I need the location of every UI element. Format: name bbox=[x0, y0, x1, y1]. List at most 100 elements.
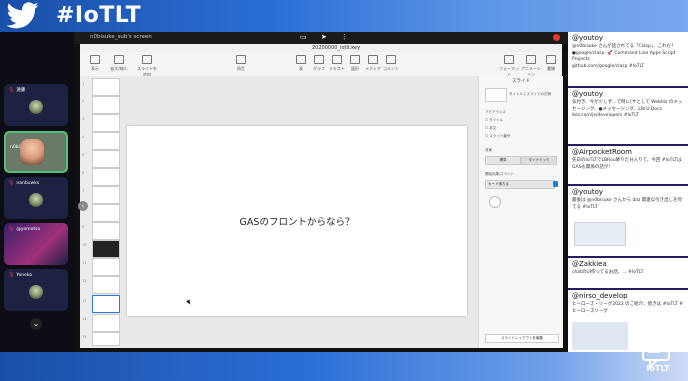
layout-label[interactable]: タイトルとスライドの左側 bbox=[509, 92, 551, 97]
slide-thumbnail[interactable] bbox=[92, 204, 120, 222]
tweet-user[interactable]: @youtoy bbox=[572, 90, 603, 98]
slide-canvas[interactable]: GASのフロントからなら？ bbox=[120, 76, 478, 348]
toolbar-comment-button[interactable]: コメント bbox=[380, 55, 402, 72]
table-icon bbox=[296, 55, 306, 64]
tweet-user[interactable]: @AirpocketRoom bbox=[572, 148, 632, 156]
avatar bbox=[29, 193, 43, 207]
top-banner: #IoTLT bbox=[0, 0, 688, 32]
media-icon bbox=[368, 55, 378, 64]
inspector-panel: スライド タイトルとスライドの左側 アピアランス ☐ タイトル ☐ 本文 ☐ ス… bbox=[478, 76, 563, 348]
toolbar-view-button[interactable]: 表示 bbox=[84, 55, 106, 72]
stepper-icon[interactable] bbox=[553, 181, 558, 187]
chevron-left-icon[interactable]: ‹ bbox=[78, 201, 88, 211]
slide-thumbnail[interactable] bbox=[92, 114, 120, 132]
slide-thumbnail[interactable] bbox=[92, 168, 120, 186]
mic-muted-icon: 🎙 bbox=[8, 87, 15, 93]
slide-thumbnail[interactable] bbox=[92, 222, 120, 240]
tweet-user[interactable]: @Zakkiea bbox=[572, 260, 607, 268]
tweet[interactable]: @AirpocketRoom 先日のIoTLTでLBRou降りた分入りて、今回 … bbox=[568, 146, 688, 186]
tweet-user[interactable]: @nirso_develop bbox=[572, 292, 628, 300]
tweet-user[interactable]: @youtoy bbox=[572, 34, 603, 42]
tweet[interactable]: @Zakkiea chatのUI作ってるお話、… #IoTLT bbox=[568, 258, 688, 290]
screen-share-controls[interactable]: ▭ ➤ ⋮ bbox=[300, 33, 354, 41]
mic-muted-icon: 🎙 bbox=[8, 180, 15, 186]
mic-muted-icon: 🎙 bbox=[8, 226, 15, 232]
slide-thumbnail[interactable] bbox=[92, 276, 120, 294]
participant-list: 🎙遠藤 n0bisuke 🎙nanbuwks 🎙@yomotsu 🎙Yoneko… bbox=[0, 32, 74, 352]
zoom-icon bbox=[114, 55, 124, 64]
tweet[interactable]: @youtoy 気付き、今が少しず…で時に(サとして Webhiz のメッセージ… bbox=[568, 88, 688, 146]
toolbar-add-slide-button[interactable]: スライドを追加 bbox=[136, 55, 158, 78]
slide-thumbnail[interactable] bbox=[92, 132, 120, 150]
mic-muted-icon: 🎙 bbox=[8, 272, 15, 278]
chevron-down-icon[interactable]: ⌄ bbox=[30, 318, 42, 330]
participant-tile[interactable]: 🎙 @yomotsu bbox=[4, 223, 68, 265]
tweet-text: 先日のIoTLTでLBRou降りた分入りて、今回 #IoTLTはGASも関係の話… bbox=[572, 158, 682, 170]
appearance-body-checkbox[interactable]: ☐ 本文 bbox=[485, 126, 496, 131]
color-wheel-icon[interactable] bbox=[489, 196, 501, 208]
layout-preview[interactable] bbox=[485, 88, 507, 102]
appearance-title-checkbox[interactable]: ☐ タイトル bbox=[485, 118, 503, 123]
window-titlebar: 20200000_iotlt.key bbox=[80, 44, 562, 59]
tweet[interactable]: @youtoy 最後は @n0bisuke さんから ibiz 関連な引き出しを… bbox=[568, 186, 688, 258]
participant-name: @yomotsu bbox=[16, 227, 41, 232]
tweet-text: chatのUI作ってるお話、… #IoTLT bbox=[572, 270, 644, 275]
inspector-tab-slide[interactable]: スライド bbox=[479, 78, 563, 84]
participant-tile-active-speaker[interactable]: n0bisuke bbox=[4, 131, 68, 173]
background-label: 背景 bbox=[485, 148, 492, 152]
tweet[interactable]: @youtoy @n0bisuke さんが話されてる「Clasp」、これだ！ ●… bbox=[568, 32, 688, 88]
current-slide[interactable]: GASのフロントからなら？ bbox=[127, 126, 467, 316]
slide-thumbnail[interactable] bbox=[92, 150, 120, 168]
bottom-banner bbox=[0, 352, 688, 381]
tweet-text: 気付き、今が少しず…で時に(サとして Webhiz のメッセージング、●メッセー… bbox=[572, 100, 683, 118]
shared-screen: n0bisuke_sub's screen ▭ ➤ ⋮ 20200000_iot… bbox=[74, 32, 568, 352]
tweet-text: @n0bisuke さんが話されてる「Clasp」、これだ！ ●google/c… bbox=[572, 44, 676, 69]
tweet-image[interactable] bbox=[574, 222, 626, 246]
participant-video bbox=[20, 139, 44, 165]
participant-tile[interactable]: 🎙 遠藤 bbox=[4, 84, 68, 126]
slide-thumbnail[interactable] bbox=[92, 332, 120, 346]
tweet-screenshot-image[interactable] bbox=[572, 322, 628, 350]
toolbar-animate-button[interactable]: アニメーション bbox=[520, 55, 542, 78]
screen-share-titlebar: n0bisuke_sub's screen ▭ ➤ ⋮ bbox=[74, 32, 568, 44]
slide-thumbnail[interactable] bbox=[92, 78, 120, 96]
document-title: 20200000_iotlt.key bbox=[312, 45, 361, 51]
participant-tile[interactable]: 🎙 Yoneko bbox=[4, 269, 68, 311]
screen-share-label: n0bisuke_sub's screen bbox=[90, 34, 152, 40]
slide-thumbnail[interactable] bbox=[92, 186, 120, 204]
chart-icon bbox=[314, 55, 324, 64]
iotlt-logo-text: IoTLT bbox=[646, 364, 670, 373]
twitter-bird-icon bbox=[6, 2, 39, 29]
document-icon bbox=[546, 55, 556, 64]
shape-icon bbox=[350, 55, 360, 64]
avatar bbox=[29, 285, 43, 299]
twitter-feed: @youtoy @n0bisuke さんが話されてる「Clasp」、これだ！ ●… bbox=[568, 32, 688, 352]
toolbar-document-button[interactable]: 書類 bbox=[540, 55, 562, 72]
appearance-label: アピアランス bbox=[485, 110, 506, 114]
background-dynamic-button[interactable]: ダイナミック bbox=[521, 156, 557, 165]
toolbar-zoom-button[interactable]: 拡大/縮小 bbox=[108, 55, 130, 72]
slide-thumbnail[interactable] bbox=[92, 240, 120, 258]
slide-thumbnail-selected[interactable] bbox=[92, 295, 120, 313]
slide-thumbnail[interactable] bbox=[92, 314, 120, 332]
participant-name: 遠藤 bbox=[16, 88, 26, 93]
toolbar-format-button[interactable]: フォーマット bbox=[498, 55, 520, 78]
background-standard-button[interactable]: 標準 bbox=[485, 156, 521, 165]
slide-thumbnail[interactable] bbox=[92, 96, 120, 114]
slide-title[interactable]: GASのフロントからなら？ bbox=[127, 214, 467, 228]
participant-name: Yoneko bbox=[16, 273, 33, 278]
view-icon bbox=[90, 55, 100, 64]
slide-thumbnail[interactable] bbox=[92, 258, 120, 276]
avatar bbox=[29, 100, 43, 114]
transition-select[interactable]: カード落ちる bbox=[485, 180, 555, 189]
toolbar-play-button[interactable]: 再生 bbox=[230, 55, 252, 72]
keynote-toolbar: 表示 拡大/縮小 スライドを追加 再生 表 グラフ テキスト 図形 メディア コ… bbox=[80, 52, 562, 77]
animate-icon bbox=[526, 55, 536, 64]
tweet-user[interactable]: @youtoy bbox=[572, 188, 603, 196]
play-icon bbox=[236, 55, 246, 64]
participant-tile[interactable]: 🎙 nanbuwks bbox=[4, 177, 68, 219]
add-slide-icon bbox=[142, 55, 152, 64]
keynote-window: 20200000_iotlt.key 表示 拡大/縮小 スライドを追加 再生 表… bbox=[78, 44, 563, 348]
appearance-slide-number-checkbox[interactable]: ☐ スライド番号 bbox=[485, 134, 510, 139]
edit-slide-layout-button[interactable]: スライドレイアウトを編集 bbox=[485, 334, 559, 343]
